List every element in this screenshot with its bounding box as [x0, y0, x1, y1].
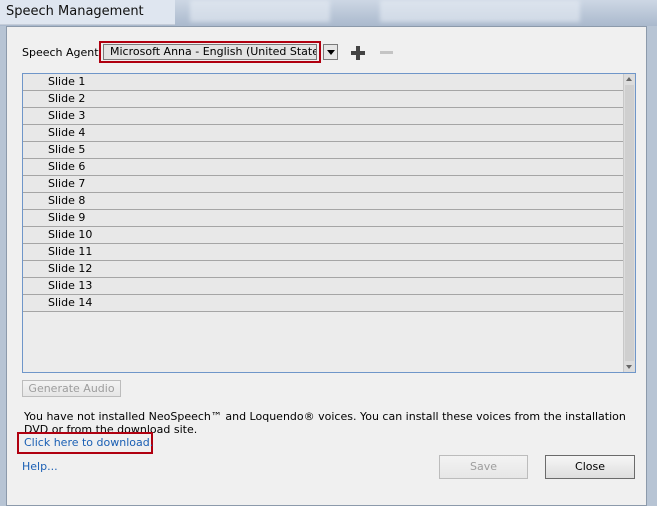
scroll-down-icon[interactable]: [624, 362, 635, 372]
minus-icon[interactable]: [378, 45, 394, 61]
slide-row[interactable]: Slide 7: [23, 176, 623, 193]
slide-row[interactable]: Slide 3: [23, 108, 623, 125]
slide-row[interactable]: Slide 4: [23, 125, 623, 142]
title-bar[interactable]: Speech Management: [0, 0, 175, 25]
scroll-thumb[interactable]: [625, 85, 634, 361]
help-link[interactable]: Help...: [22, 460, 58, 473]
background-right-edge: [647, 26, 657, 506]
background-blur: [380, 0, 580, 22]
speech-management-dialog: Speech Agent Microsoft Anna - English (U…: [6, 26, 647, 506]
generate-audio-button[interactable]: Generate Audio: [22, 380, 121, 397]
chevron-down-icon[interactable]: [323, 44, 338, 60]
save-button[interactable]: Save: [439, 455, 528, 479]
close-button[interactable]: Close: [545, 455, 635, 479]
slide-list[interactable]: Slide 1 Slide 2 Slide 3 Slide 4 Slide 5 Slide…: [22, 73, 636, 373]
slide-row[interactable]: Slide 12: [23, 261, 623, 278]
slide-row[interactable]: Slide 6: [23, 159, 623, 176]
slide-row[interactable]: Slide 14: [23, 295, 623, 312]
slide-row[interactable]: Slide 13: [23, 278, 623, 295]
plus-icon[interactable]: [350, 45, 366, 61]
background-blur: [190, 0, 330, 22]
slide-rows: Slide 1 Slide 2 Slide 3 Slide 4 Slide 5 Slide…: [23, 74, 623, 312]
slide-row[interactable]: Slide 9: [23, 210, 623, 227]
speech-agent-label: Speech Agent: [22, 46, 99, 59]
slide-row[interactable]: Slide 1: [23, 74, 623, 91]
window-title: Speech Management: [6, 4, 144, 19]
scroll-up-icon[interactable]: [624, 74, 635, 84]
download-link[interactable]: Click here to download.: [24, 436, 153, 449]
slide-row[interactable]: Slide 8: [23, 193, 623, 210]
slide-row[interactable]: Slide 10: [23, 227, 623, 244]
slide-row[interactable]: Slide 11: [23, 244, 623, 261]
slide-row[interactable]: Slide 5: [23, 142, 623, 159]
slide-row[interactable]: Slide 2: [23, 91, 623, 108]
speech-agent-select[interactable]: Microsoft Anna - English (United States): [103, 44, 317, 60]
vertical-scrollbar[interactable]: [623, 74, 635, 372]
